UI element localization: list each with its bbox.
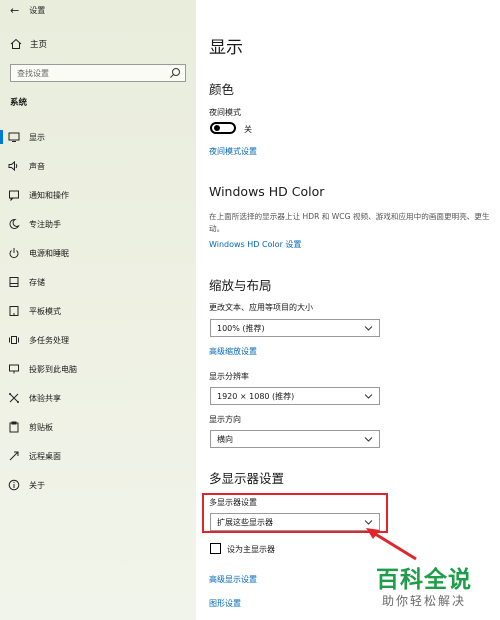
share-icon [9,393,19,403]
sidebar-item-label: 远程桌面 [29,452,61,461]
storage-icon [9,277,19,287]
sidebar-item-label: 主页 [30,40,48,50]
advanced-scaling-link[interactable]: 高级缩放设置 [209,346,257,357]
sidebar-item-label: 通知和操作 [29,191,69,200]
sidebar-item-label: 显示 [29,133,45,142]
sidebar-item-home[interactable]: 主页 [10,38,47,50]
sidebar-item-label: 多任务处理 [29,336,69,345]
night-mode-label: 夜间模式 [209,108,241,117]
toggle-knob [214,125,220,131]
sidebar-item-display[interactable]: 显示 [0,127,196,147]
sidebar-item-project[interactable]: 投影到此电脑 [0,359,196,379]
orientation-label: 显示方向 [209,415,241,424]
section-heading-hdr: Windows HD Color [209,184,325,199]
orientation-value: 横向 [217,435,233,444]
set-primary-label: 设为主显示器 [227,545,275,554]
sidebar-item-shared-experiences[interactable]: 体验共享 [0,388,196,408]
set-primary-checkbox[interactable] [210,543,221,554]
hdr-description: 在上面所选择的显示器上让 HDR 和 WCG 视频、游戏和应用中的画面更明亮、更… [209,212,490,233]
sidebar-item-label: 体验共享 [29,394,61,403]
back-arrow-icon[interactable]: ← [10,5,19,16]
sidebar-item-label: 平板模式 [29,307,61,316]
sidebar: ← 设置 主页 查找设置 系统 显示 声音 通知和操作 专注助手 电源和睡眠 存… [0,0,196,620]
sidebar-item-about[interactable]: 关于 [0,475,196,495]
chevron-down-icon [364,326,373,331]
sidebar-item-focus-assist[interactable]: 专注助手 [0,214,196,234]
text-size-dropdown[interactable]: 100% (推荐) [210,319,380,337]
project-icon [9,364,19,374]
home-icon [10,38,22,49]
resolution-dropdown[interactable]: 1920 × 1080 (推荐) [210,387,380,405]
active-indicator [0,130,3,144]
speaker-icon [8,160,18,172]
sidebar-item-label: 存储 [29,278,45,287]
window-title: 设置 [29,6,46,15]
sidebar-item-multitasking[interactable]: 多任务处理 [0,330,196,350]
moon-icon [9,218,20,229]
notification-icon [9,190,19,201]
sidebar-item-tablet-mode[interactable]: 平板模式 [0,301,196,321]
chevron-down-icon [364,437,373,442]
pointer-arrow-icon [366,528,417,561]
remote-icon [9,451,19,461]
power-icon [9,248,19,259]
sidebar-item-storage[interactable]: 存储 [0,272,196,292]
sidebar-item-label: 投影到此电脑 [29,365,77,374]
watermark-logo: 百科全说 [376,567,472,593]
highlight-box [202,493,388,533]
sidebar-item-remote-desktop[interactable]: 远程桌面 [0,446,196,466]
chevron-down-icon [364,394,373,399]
sidebar-item-label: 声音 [29,162,45,171]
display-icon [8,132,20,142]
sidebar-item-clipboard[interactable]: 剪贴板 [0,417,196,437]
sidebar-item-label: 剪贴板 [29,423,53,432]
resolution-value: 1920 × 1080 (推荐) [217,392,295,401]
resolution-label: 显示分辨率 [209,372,249,381]
search-input[interactable]: 查找设置 [10,64,186,82]
text-size-value: 100% (推荐) [217,324,265,333]
info-icon [8,479,20,491]
window-titlebar: ← 设置 [10,5,45,16]
search-placeholder: 查找设置 [17,69,49,78]
sidebar-item-notifications[interactable]: 通知和操作 [0,185,196,205]
tablet-icon [9,306,19,316]
section-heading-color: 颜色 [209,82,235,97]
night-mode-state: 关 [244,125,252,134]
search-icon[interactable] [169,67,181,79]
orientation-dropdown[interactable]: 横向 [210,430,380,448]
sidebar-item-label: 关于 [29,481,45,490]
section-heading-multi-display: 多显示器设置 [209,471,285,486]
page-title: 显示 [209,38,243,58]
multitask-icon [9,336,19,344]
sidebar-item-sound[interactable]: 声音 [0,156,196,176]
sidebar-item-power[interactable]: 电源和睡眠 [0,243,196,263]
advanced-display-settings-link[interactable]: 高级显示设置 [209,574,257,585]
section-heading-scale: 缩放与布局 [209,278,272,293]
hdr-settings-link[interactable]: Windows HD Color 设置 [209,239,301,250]
main-content: 显示 颜色 夜间模式 关 夜间模式设置 Windows HD Color 在上面… [196,0,500,620]
sidebar-item-label: 专注助手 [29,220,61,229]
night-mode-settings-link[interactable]: 夜间模式设置 [209,146,257,157]
graphics-settings-link[interactable]: 图形设置 [209,598,241,609]
sidebar-item-label: 电源和睡眠 [29,249,69,258]
sidebar-section-label: 系统 [10,98,28,108]
night-mode-toggle[interactable] [210,122,236,134]
clipboard-icon [9,421,19,433]
watermark-slogan: 助你轻松解决 [382,594,467,608]
text-size-label: 更改文本、应用等项目的大小 [209,303,313,312]
